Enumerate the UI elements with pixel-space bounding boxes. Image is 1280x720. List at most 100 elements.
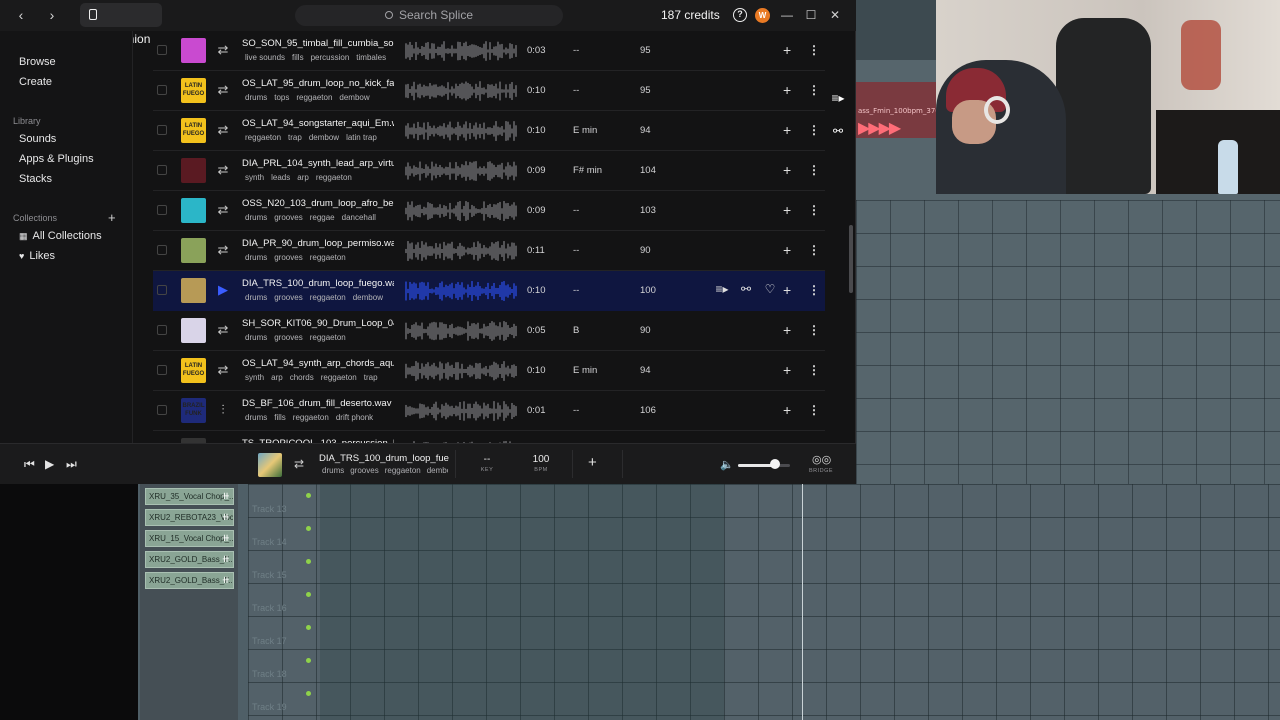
waveform[interactable] — [405, 240, 517, 262]
sample-filename[interactable]: DIA_PR_90_drum_loop_permiso.wav — [242, 238, 394, 249]
sample-filename[interactable]: SH_SOR_KIT06_90_Drum_Loop_04.wav — [242, 318, 394, 329]
waveform[interactable] — [405, 160, 517, 182]
sample-filename[interactable]: OSS_N20_103_drum_loop_afro_beat.wav — [242, 198, 394, 209]
player-tag[interactable]: grooves — [350, 466, 378, 475]
volume-knob[interactable] — [770, 459, 781, 469]
track-enable-dot[interactable] — [306, 592, 311, 597]
tag[interactable]: drums — [245, 93, 267, 102]
track-enable-dot[interactable] — [306, 526, 311, 531]
add-button[interactable]: + — [783, 242, 791, 258]
play-icon[interactable]: ▶ — [215, 282, 231, 298]
row-checkbox[interactable] — [157, 285, 167, 295]
sample-row[interactable]: LATIN FUEGO ⇄ OS_LAT_95_drum_loop_no_kic… — [153, 71, 825, 111]
more-options-icon[interactable]: ⋮ — [808, 323, 820, 337]
row-checkbox[interactable] — [157, 125, 167, 135]
tag[interactable]: timbales — [356, 53, 386, 62]
tag[interactable]: reggaeton — [321, 373, 357, 382]
tag[interactable]: drift phonk — [336, 413, 373, 422]
back-arrow-icon[interactable]: ‹ — [12, 6, 30, 24]
waveform[interactable] — [405, 120, 517, 142]
daw-browser-item[interactable]: XRU_15_Vocal Chop_... ⧺ — [145, 530, 234, 547]
tag[interactable]: tops — [274, 93, 289, 102]
more-options-icon[interactable]: ⋮ — [808, 163, 820, 177]
close-button[interactable]: ✕ — [828, 8, 842, 22]
player-tag[interactable]: reggaeton — [385, 466, 421, 475]
player-add-button[interactable]: + — [588, 454, 597, 471]
sample-filename[interactable]: DIA_PRL_104_synth_lead_arp_virtual.wav — [242, 158, 394, 169]
tag[interactable]: live sounds — [245, 53, 285, 62]
tag[interactable]: dembow — [309, 133, 339, 142]
tag[interactable]: reggae — [310, 213, 335, 222]
tag[interactable]: drums — [245, 333, 267, 342]
sample-row[interactable]: ⇄ SH_SOR_KIT06_90_Drum_Loop_04.wav drums… — [153, 311, 825, 351]
tag[interactable]: reggaeton — [245, 133, 281, 142]
loop-icon[interactable]: ⇄ — [215, 42, 231, 58]
waveform[interactable] — [405, 320, 517, 342]
row-checkbox[interactable] — [157, 245, 167, 255]
waveform[interactable] — [405, 360, 517, 382]
tag[interactable]: reggaeton — [310, 333, 346, 342]
daw-track-label[interactable]: Track 14 — [248, 523, 318, 556]
sample-row[interactable]: ⇄ SO_SON_95_timbal_fill_cumbia_solo.wav … — [153, 31, 825, 71]
loop-icon[interactable]: ⇄ — [215, 362, 231, 378]
sample-filename[interactable]: DS_BF_106_drum_fill_deserto.wav — [242, 398, 394, 409]
loop-icon[interactable]: ⇄ — [215, 122, 231, 138]
sample-filename[interactable]: OS_LAT_95_drum_loop_no_kick_fantasia.wav — [242, 78, 394, 89]
more-options-icon[interactable]: ⋮ — [808, 83, 820, 97]
sidebar-item-browse[interactable]: Browse — [19, 56, 56, 68]
queue-icon[interactable]: ≡▸ — [826, 87, 850, 109]
tag[interactable]: chords — [290, 373, 314, 382]
sample-row[interactable]: LATIN FUEGO ⇄ OS_LAT_94_songstarter_aqui… — [153, 111, 825, 151]
companion-tab[interactable]: Companion — [80, 3, 162, 46]
row-checkbox[interactable] — [157, 365, 167, 375]
more-options-icon[interactable]: ⋮ — [808, 283, 820, 297]
add-button[interactable]: + — [783, 282, 791, 298]
player-tag[interactable]: dembow — [427, 466, 448, 475]
tag[interactable]: reggaeton — [296, 93, 332, 102]
tag[interactable]: arp — [271, 373, 283, 382]
sample-row[interactable]: ⇄ DIA_PRL_104_synth_lead_arp_virtual.wav… — [153, 151, 825, 191]
tag[interactable]: reggaeton — [310, 253, 346, 262]
daw-track-label[interactable]: Track 16 — [248, 589, 318, 622]
loop-icon[interactable]: ⇄ — [215, 242, 231, 258]
queue-icon[interactable]: ≡▸ — [710, 282, 734, 296]
tag[interactable]: dembow — [339, 93, 369, 102]
sidebar-item-apps-plugins[interactable]: Apps & Plugins — [19, 153, 94, 165]
daw-browser-item[interactable]: XRU2_GOLD_Bass_F... ⧺ — [145, 572, 234, 589]
row-checkbox[interactable] — [157, 205, 167, 215]
sidebar-item-likes[interactable]: ♥ Likes — [19, 250, 55, 262]
sidebar-item-create[interactable]: Create — [19, 76, 52, 88]
add-button[interactable]: + — [783, 162, 791, 178]
tag[interactable]: trap — [364, 373, 378, 382]
tag[interactable]: dancehall — [342, 213, 376, 222]
tag[interactable]: grooves — [274, 293, 302, 302]
sidebar-item-stacks[interactable]: Stacks — [19, 173, 52, 185]
more-options-icon[interactable]: ⋮ — [808, 203, 820, 217]
track-enable-dot[interactable] — [306, 658, 311, 663]
sample-filename[interactable]: OS_LAT_94_synth_arp_chords_aqui.wav — [242, 358, 394, 369]
row-checkbox[interactable] — [157, 325, 167, 335]
daw-track-label[interactable]: Track 19 — [248, 688, 318, 720]
sample-filename[interactable]: OS_LAT_94_songstarter_aqui_Em.wav — [242, 118, 394, 129]
tag[interactable]: grooves — [274, 333, 302, 342]
tag[interactable]: dembow — [353, 293, 383, 302]
player-tag[interactable]: drums — [322, 466, 344, 475]
waveform[interactable] — [405, 200, 517, 222]
daw-browser-item[interactable]: XRU2_REBOTA23_Voc... ⧺ — [145, 509, 234, 526]
sample-row[interactable]: ⇄ TS_TROPICOOL_103_percussion_loop.wav +… — [153, 431, 825, 443]
row-checkbox[interactable] — [157, 85, 167, 95]
tag[interactable]: latin trap — [346, 133, 377, 142]
add-button[interactable]: + — [783, 82, 791, 98]
next-icon[interactable]: ⏭ — [66, 457, 77, 472]
one-shot-icon[interactable]: ⫶ — [215, 402, 231, 418]
daw-browser-item[interactable]: XRU2_GOLD_Bass_F... ⧺ — [145, 551, 234, 568]
tag[interactable]: reggaeton — [316, 173, 352, 182]
volume-icon[interactable]: 🔈 — [720, 458, 734, 471]
row-checkbox[interactable] — [157, 405, 167, 415]
tag[interactable]: leads — [271, 173, 290, 182]
daw-track-label[interactable]: Track 17 — [248, 622, 318, 655]
waveform[interactable] — [405, 40, 517, 62]
credits-count[interactable]: 187 credits — [661, 8, 720, 22]
tag[interactable]: drums — [245, 213, 267, 222]
loop-icon[interactable]: ⇄ — [215, 162, 231, 178]
